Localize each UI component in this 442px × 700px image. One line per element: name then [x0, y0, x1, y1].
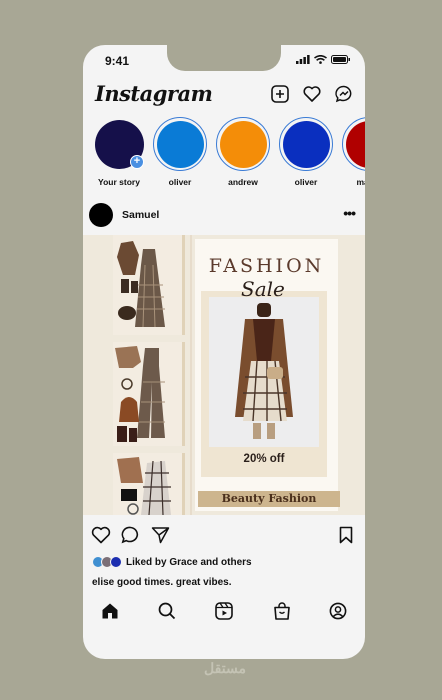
bookmark-icon[interactable] — [339, 526, 353, 544]
story-label: oliver — [294, 177, 318, 187]
phone-frame: 9:41 Instagram + Your story oliver andre… — [83, 45, 365, 659]
search-icon[interactable] — [158, 602, 176, 620]
liked-by-row[interactable]: Liked by Grace and others — [92, 556, 252, 568]
comment-icon[interactable] — [121, 526, 140, 544]
story-label: mateo — [356, 177, 365, 187]
story-avatar — [282, 120, 330, 168]
post-caption: elise good times. great vibes. — [92, 577, 232, 588]
add-story-icon[interactable]: + — [130, 155, 144, 169]
story-item[interactable]: oliver — [150, 117, 210, 187]
model-illustration — [235, 303, 293, 439]
story-label: Your story — [98, 177, 140, 187]
post-actions — [83, 526, 365, 548]
signal-icon — [296, 55, 310, 64]
story-avatar — [219, 120, 267, 168]
like-icon[interactable] — [91, 526, 111, 544]
story-item[interactable]: oliver — [276, 117, 336, 187]
story-avatar — [345, 120, 365, 168]
wifi-icon — [314, 55, 327, 64]
outfit-illustration — [117, 241, 165, 328]
poster-band: Beauty Fashion — [198, 491, 340, 507]
shop-icon[interactable] — [273, 602, 291, 620]
header-actions — [271, 85, 353, 103]
poster-offer: 20% off — [243, 453, 285, 465]
post-header: Samuel ••• — [83, 202, 365, 230]
battery-icon — [331, 55, 350, 64]
story-your-story[interactable]: + Your story — [89, 117, 149, 187]
outfit-collage — [113, 235, 185, 515]
post-username[interactable]: Samuel — [122, 209, 159, 221]
more-options-icon[interactable]: ••• — [343, 205, 356, 221]
liked-by-text: Liked by Grace and others — [126, 556, 252, 568]
home-icon[interactable] — [101, 602, 119, 620]
stories-row: + Your story oliver andrew oliver mateo — [83, 117, 365, 197]
new-post-icon[interactable] — [271, 85, 289, 103]
fashion-sale-poster: FASHION Sale 20% off Beauty Fashion — [195, 239, 340, 511]
post-image[interactable]: FASHION Sale 20% off Beauty Fashion — [83, 235, 365, 515]
model-photo — [209, 297, 319, 447]
outfit-illustration — [115, 346, 165, 442]
outfit-illustration — [117, 457, 171, 515]
status-icons — [296, 55, 351, 64]
story-avatar — [156, 120, 204, 168]
instagram-logo: Instagram — [95, 81, 213, 106]
avatar[interactable] — [89, 203, 113, 227]
share-icon[interactable] — [151, 526, 170, 544]
liked-avatar — [110, 556, 122, 568]
divider — [190, 235, 192, 515]
reels-icon[interactable] — [215, 602, 233, 620]
outfit-tile — [113, 235, 185, 335]
bottom-tab-bar — [83, 602, 365, 632]
story-item[interactable]: mateo — [339, 117, 365, 187]
app-header: Instagram — [95, 81, 353, 111]
story-item[interactable]: andrew — [213, 117, 273, 187]
outfit-tile — [113, 342, 185, 446]
status-time: 9:41 — [105, 54, 130, 68]
messenger-icon[interactable] — [335, 85, 353, 103]
notch — [167, 45, 281, 71]
watermark: مستقل — [204, 660, 246, 676]
story-label: andrew — [228, 177, 258, 187]
profile-icon[interactable] — [329, 602, 347, 620]
poster-script: Sale — [241, 277, 285, 301]
heart-icon[interactable] — [303, 85, 321, 103]
poster-title: FASHION — [208, 255, 325, 277]
outfit-tile — [113, 453, 185, 515]
story-label: oliver — [168, 177, 192, 187]
